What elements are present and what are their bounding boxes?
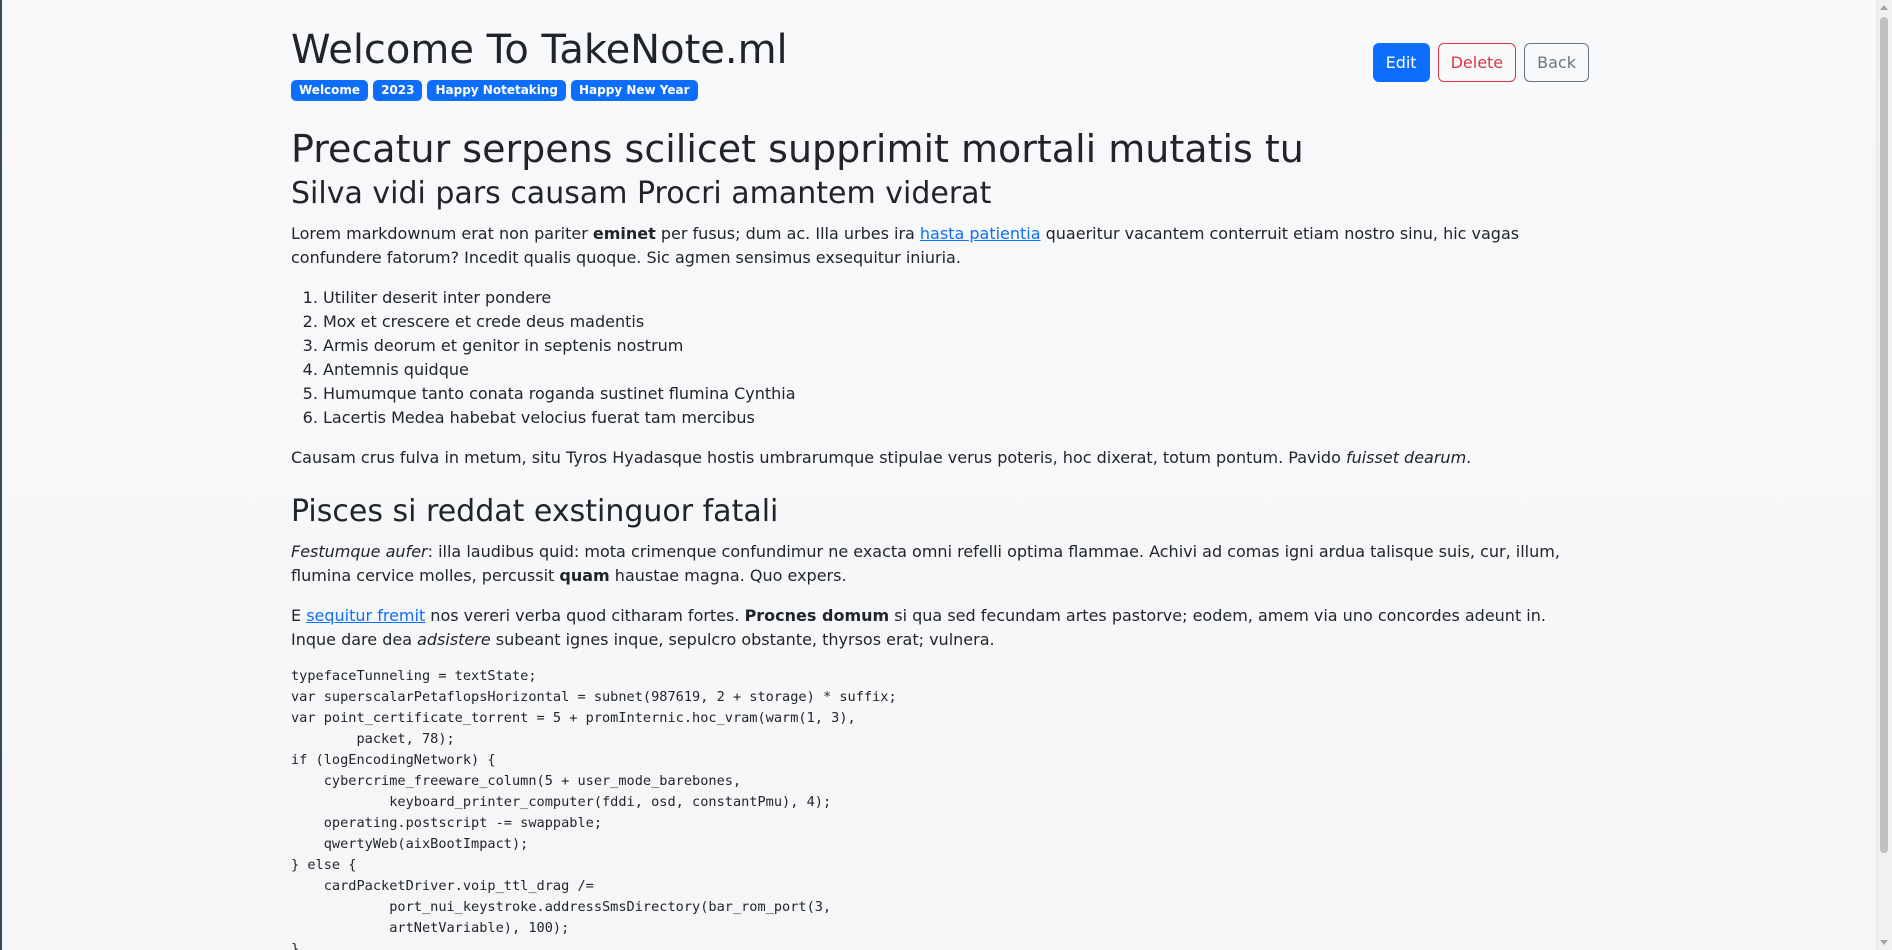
tag-badge[interactable]: Happy Notetaking (427, 80, 567, 101)
ordered-list: Utiliter deserit inter pondere Mox et cr… (291, 286, 1589, 430)
note-body: Precatur serpens scilicet supprimit mort… (291, 126, 1589, 950)
paragraph-text: Lorem markdownum erat non pariter (291, 224, 593, 243)
tag-list: Welcome 2023 Happy Notetaking Happy New … (291, 80, 698, 101)
content-heading-1: Precatur serpens scilicet supprimit mort… (291, 127, 1304, 171)
bold-text: quam (559, 566, 610, 585)
inline-link[interactable]: sequitur fremit (306, 606, 425, 625)
paragraph: E sequitur fremit nos vereri verba quod … (291, 604, 1589, 652)
list-item: Humumque tanto conata roganda sustinet f… (323, 382, 1589, 406)
code-block: typefaceTunneling = textState; var super… (291, 668, 897, 950)
note-container: Welcome To TakeNote.ml Welcome 2023 Happ… (291, 0, 1589, 950)
tag-badge[interactable]: Happy New Year (571, 80, 698, 101)
list-item: Utiliter deserit inter pondere (323, 286, 1589, 310)
italic-text: adsistere (417, 630, 491, 649)
paragraph-text: nos vereri verba quod citharam fortes. (425, 606, 745, 625)
content-heading-2: Pisces si reddat exstinguor fatali (291, 494, 779, 529)
vertical-scrollbar[interactable] (1876, 0, 1892, 950)
window-edge (0, 0, 2, 950)
scroll-up-arrow-icon[interactable] (1880, 5, 1888, 10)
page: Welcome To TakeNote.ml Welcome 2023 Happ… (0, 0, 1892, 950)
note-title: Welcome To TakeNote.ml (291, 27, 788, 73)
list-item: Lacertis Medea habebat velocius fuerat t… (323, 406, 1589, 430)
scrollbar-thumb[interactable] (1880, 17, 1888, 853)
edit-button[interactable]: Edit (1372, 43, 1430, 82)
paragraph-text: : illa laudibus quid: mota crimenque con… (291, 542, 1560, 585)
inline-link[interactable]: hasta patientia (920, 224, 1041, 243)
paragraph: Festumque aufer: illa laudibus quid: mot… (291, 540, 1589, 588)
tag-badge[interactable]: 2023 (373, 80, 423, 101)
paragraph-text: . (1466, 448, 1472, 467)
note-actions: Edit Delete Back (1372, 43, 1589, 82)
paragraph-text: haustae magna. Quo expers. (609, 566, 847, 585)
paragraph-text: Causam crus fulva in metum, situ Tyros H… (291, 448, 1346, 467)
note-header: Welcome To TakeNote.ml Welcome 2023 Happ… (291, 0, 1589, 110)
list-item: Antemnis quidque (323, 358, 1589, 382)
delete-button[interactable]: Delete (1437, 43, 1517, 82)
paragraph: Causam crus fulva in metum, situ Tyros H… (291, 446, 1589, 470)
back-button[interactable]: Back (1524, 43, 1589, 82)
scroll-down-arrow-icon[interactable] (1880, 940, 1888, 945)
tag-badge[interactable]: Welcome (291, 80, 369, 101)
paragraph-text: subeant ignes inque, sepulcro obstante, … (490, 630, 995, 649)
italic-text: fuisset dearum (1345, 448, 1467, 467)
list-item: Mox et crescere et crede deus madentis (323, 310, 1589, 334)
paragraph-text: per fusus; dum ac. Illa urbes ira (655, 224, 920, 243)
content-heading-2: Silva vidi pars causam Procri amantem vi… (291, 176, 992, 211)
italic-text: Festumque aufer (291, 542, 428, 561)
paragraph-text: E (291, 606, 307, 625)
paragraph: Lorem markdownum erat non pariter eminet… (291, 222, 1589, 270)
bold-text: Procnes domum (744, 606, 890, 625)
bold-text: eminet (592, 224, 656, 243)
list-item: Armis deorum et genitor in septenis nost… (323, 334, 1589, 358)
